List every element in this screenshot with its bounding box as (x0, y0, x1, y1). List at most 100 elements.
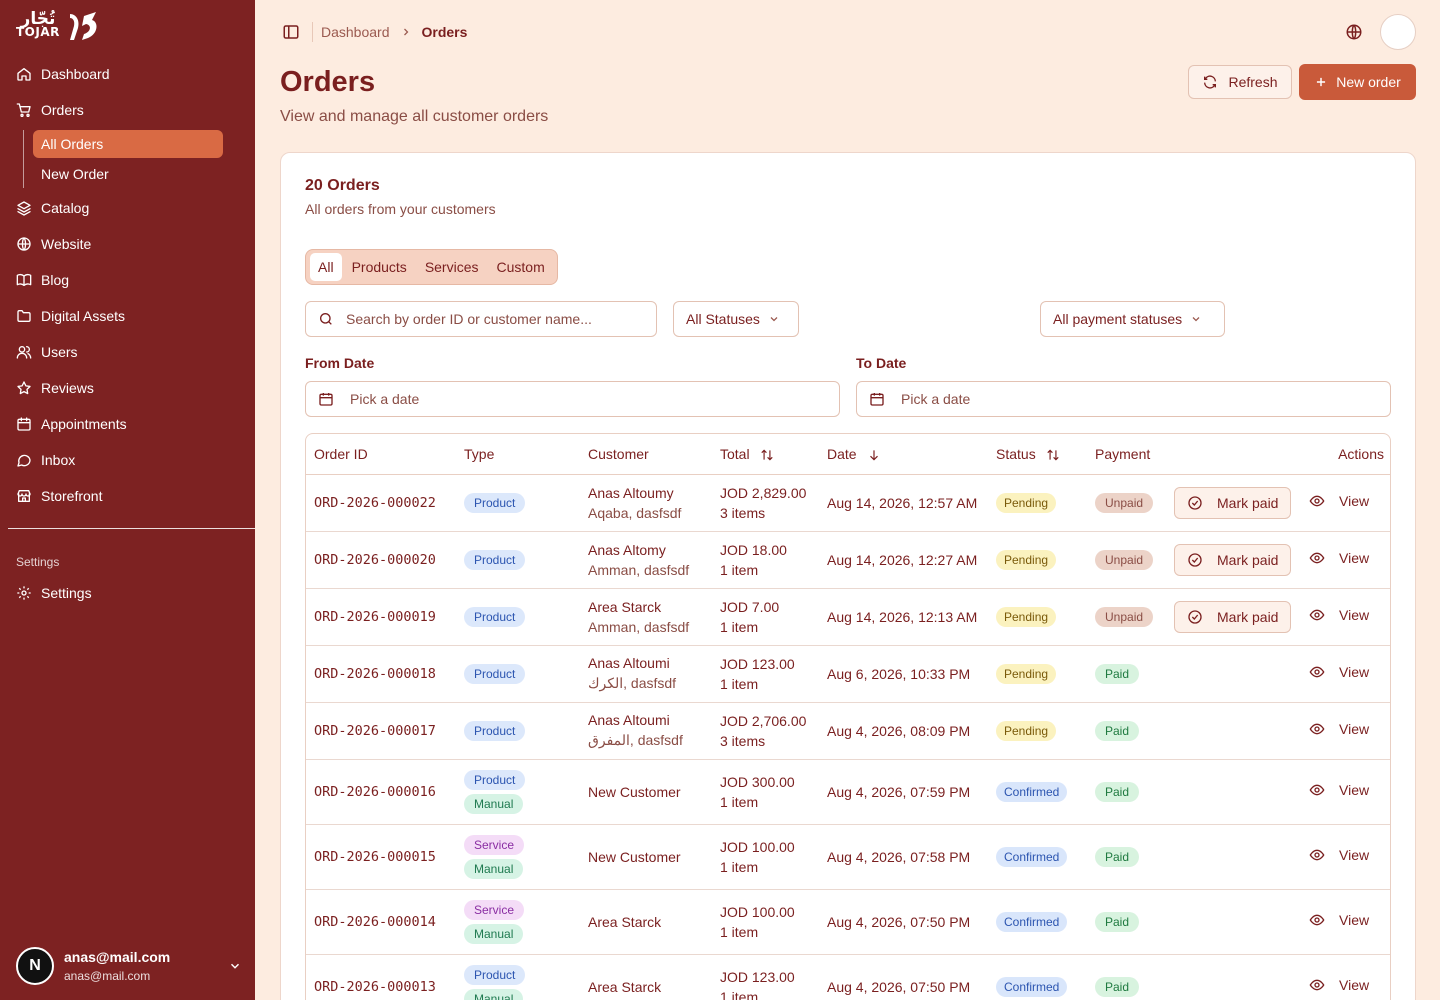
sidebar: تُجّار TOJAR Dashboard Orders All Orders Ne… (0, 0, 255, 1000)
order-id[interactable]: ORD-2026-000014 (306, 889, 456, 955)
sidebar-item-digital-assets[interactable]: Digital Assets (8, 298, 247, 334)
order-date: Aug 4, 2026, 08:09 PM (819, 702, 988, 760)
sidebar-item-dashboard[interactable]: Dashboard (8, 56, 247, 92)
status-badge: Pending (996, 549, 1057, 570)
from-date-picker[interactable]: Pick a date (305, 381, 840, 417)
sidebar-item-catalog[interactable]: Catalog (8, 190, 247, 226)
sidebar-toggle-icon[interactable] (282, 23, 300, 41)
eye-icon (1309, 666, 1325, 678)
order-id[interactable]: ORD-2026-000022 (306, 474, 456, 532)
order-id[interactable]: ORD-2026-000018 (306, 645, 456, 703)
view-order-button[interactable]: View (1309, 977, 1369, 993)
col-payment: Payment (1087, 434, 1166, 475)
order-id[interactable]: ORD-2026-000015 (306, 824, 456, 890)
calendar-icon (17, 417, 31, 431)
user-menu[interactable]: N anas@mail.com anas@mail.com (16, 944, 242, 988)
sidebar-item-website[interactable]: Website (8, 226, 247, 262)
table-row[interactable]: ORD-2026-000022 Product Anas Altoumy Aqaba,… (306, 474, 1390, 532)
view-order-button[interactable]: View (1309, 721, 1369, 737)
mark-paid-button[interactable]: Mark paid (1174, 486, 1292, 519)
col-date[interactable]: Date (819, 434, 988, 475)
payment-badge: Unpaid (1095, 492, 1154, 513)
sidebar-item-users[interactable]: Users (8, 334, 247, 370)
payment-filter-select[interactable]: All payment statuses (1040, 301, 1225, 337)
item-count: 1 item (720, 675, 759, 692)
order-id[interactable]: ORD-2026-000019 (306, 588, 456, 646)
view-order-button[interactable]: View (1309, 607, 1369, 623)
plus-icon (1317, 77, 1326, 87)
view-order-button[interactable]: View (1309, 782, 1369, 798)
breadcrumb-dashboard[interactable]: Dashboard (321, 24, 390, 40)
home-icon (17, 68, 31, 81)
order-type-tabs: All Products Services Custom (305, 249, 558, 285)
refresh-button[interactable]: Refresh (1188, 65, 1292, 99)
tab-products[interactable]: Products (344, 253, 415, 281)
table-row[interactable]: ORD-2026-000020 Product Anas Altomy Amman, … (306, 531, 1390, 589)
sidebar-item-label: Inbox (41, 452, 76, 468)
status-badge: Confirmed (996, 976, 1068, 997)
sidebar-nav: Dashboard Orders All Orders New Order Catalo… (8, 56, 247, 514)
order-id[interactable]: ORD-2026-000013 (306, 954, 456, 1000)
new-order-button[interactable]: New order (1299, 64, 1416, 100)
table-row[interactable]: ORD-2026-000014 Service Manual Area Starck J… (306, 889, 1390, 955)
order-id[interactable]: ORD-2026-000016 (306, 759, 456, 825)
sidebar-item-inbox[interactable]: Inbox (8, 442, 247, 478)
view-order-button[interactable]: View (1309, 493, 1369, 509)
table-row[interactable]: ORD-2026-000017 Product Anas Altoumi المفرق… (306, 702, 1390, 760)
status-badge: Confirmed (996, 781, 1068, 802)
tab-services[interactable]: Services (417, 253, 487, 281)
search-input[interactable] (346, 311, 636, 327)
mark-paid-button[interactable]: Mark paid (1174, 543, 1292, 576)
sidebar-item-appointments[interactable]: Appointments (8, 406, 247, 442)
eye-icon (1309, 849, 1325, 861)
check-circle-icon (1188, 552, 1202, 567)
view-order-button[interactable]: View (1309, 912, 1369, 928)
mark-paid-button[interactable]: Mark paid (1174, 600, 1292, 633)
sidebar-subitem-new-order[interactable]: New Order (33, 160, 223, 188)
payment-badge: Paid (1095, 846, 1140, 867)
table-row[interactable]: ORD-2026-000019 Product Area Starck Amman, … (306, 588, 1390, 646)
item-count: 1 item (720, 618, 759, 635)
message-icon (17, 454, 31, 467)
sidebar-subitem-all-orders[interactable]: All Orders (33, 130, 223, 158)
language-globe-icon[interactable] (1345, 23, 1363, 41)
logo-mark-icon (69, 12, 97, 40)
sort-icon (760, 449, 773, 461)
view-order-button[interactable]: View (1309, 847, 1369, 863)
order-total: JOD 123.00 (720, 968, 795, 985)
sidebar-item-settings[interactable]: Settings (8, 575, 247, 611)
orders-count-title: 20 Orders (305, 177, 380, 194)
sidebar-item-storefront[interactable]: Storefront (8, 478, 247, 514)
view-order-button[interactable]: View (1309, 550, 1369, 566)
table-row[interactable]: ORD-2026-000018 Product Anas Altoumi الكرك,… (306, 645, 1390, 703)
view-order-button[interactable]: View (1309, 664, 1369, 680)
folder-icon (17, 310, 31, 322)
order-id[interactable]: ORD-2026-000017 (306, 702, 456, 760)
to-date-picker[interactable]: Pick a date (856, 381, 1391, 417)
status-badge: Pending (996, 720, 1057, 741)
status-badge: Pending (996, 663, 1057, 684)
brand-logo[interactable]: تُجّار TOJAR (16, 10, 100, 42)
sidebar-item-reviews[interactable]: Reviews (8, 370, 247, 406)
brand-latin: TOJAR (16, 25, 60, 39)
type-badge: Service (464, 834, 525, 855)
table-row[interactable]: ORD-2026-000016 Product Manual New Customer… (306, 759, 1390, 825)
avatar: N (16, 947, 54, 985)
col-total[interactable]: Total (712, 434, 819, 475)
sidebar-item-label: Storefront (41, 488, 103, 504)
table-row[interactable]: ORD-2026-000015 Service Manual New Customer… (306, 824, 1390, 890)
profile-avatar[interactable] (1380, 14, 1416, 50)
sidebar-item-blog[interactable]: Blog (8, 262, 247, 298)
order-id[interactable]: ORD-2026-000020 (306, 531, 456, 589)
customer-name: Anas Altoumi (588, 655, 670, 671)
col-status[interactable]: Status (988, 434, 1087, 475)
status-filter-select[interactable]: All Statuses (673, 301, 799, 337)
table-row[interactable]: ORD-2026-000013 Product Manual Area Starck J… (306, 954, 1390, 1000)
tab-custom[interactable]: Custom (489, 253, 553, 281)
status-badge: Pending (996, 606, 1057, 627)
main-content: Dashboard Orders Orders View and manage … (255, 0, 1440, 1000)
sidebar-item-orders[interactable]: Orders (8, 92, 247, 128)
top-bar: Dashboard Orders (255, 0, 1440, 64)
user-email: anas@mail.com (64, 969, 151, 983)
tab-all[interactable]: All (310, 253, 342, 281)
